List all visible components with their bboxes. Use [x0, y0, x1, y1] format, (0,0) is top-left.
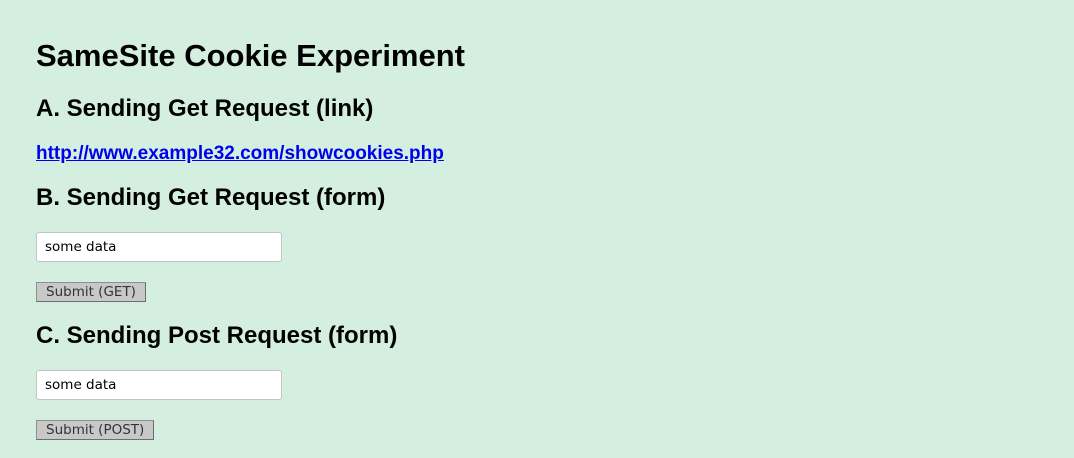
page: SameSite Cookie Experiment A. Sending Ge… — [0, 0, 1074, 458]
page-title: SameSite Cookie Experiment — [36, 38, 465, 73]
get-form-data-input[interactable] — [36, 232, 282, 262]
section-a-heading: A. Sending Get Request (link) — [36, 95, 374, 122]
post-form-data-input[interactable] — [36, 370, 282, 400]
section-b-heading: B. Sending Get Request (form) — [36, 184, 386, 211]
section-c-heading: C. Sending Post Request (form) — [36, 322, 398, 349]
submit-post-button[interactable]: Submit (POST) — [36, 420, 155, 440]
submit-get-button[interactable]: Submit (GET) — [36, 282, 146, 302]
showcookies-link[interactable]: http://www.example32.com/showcookies.php — [36, 143, 444, 165]
